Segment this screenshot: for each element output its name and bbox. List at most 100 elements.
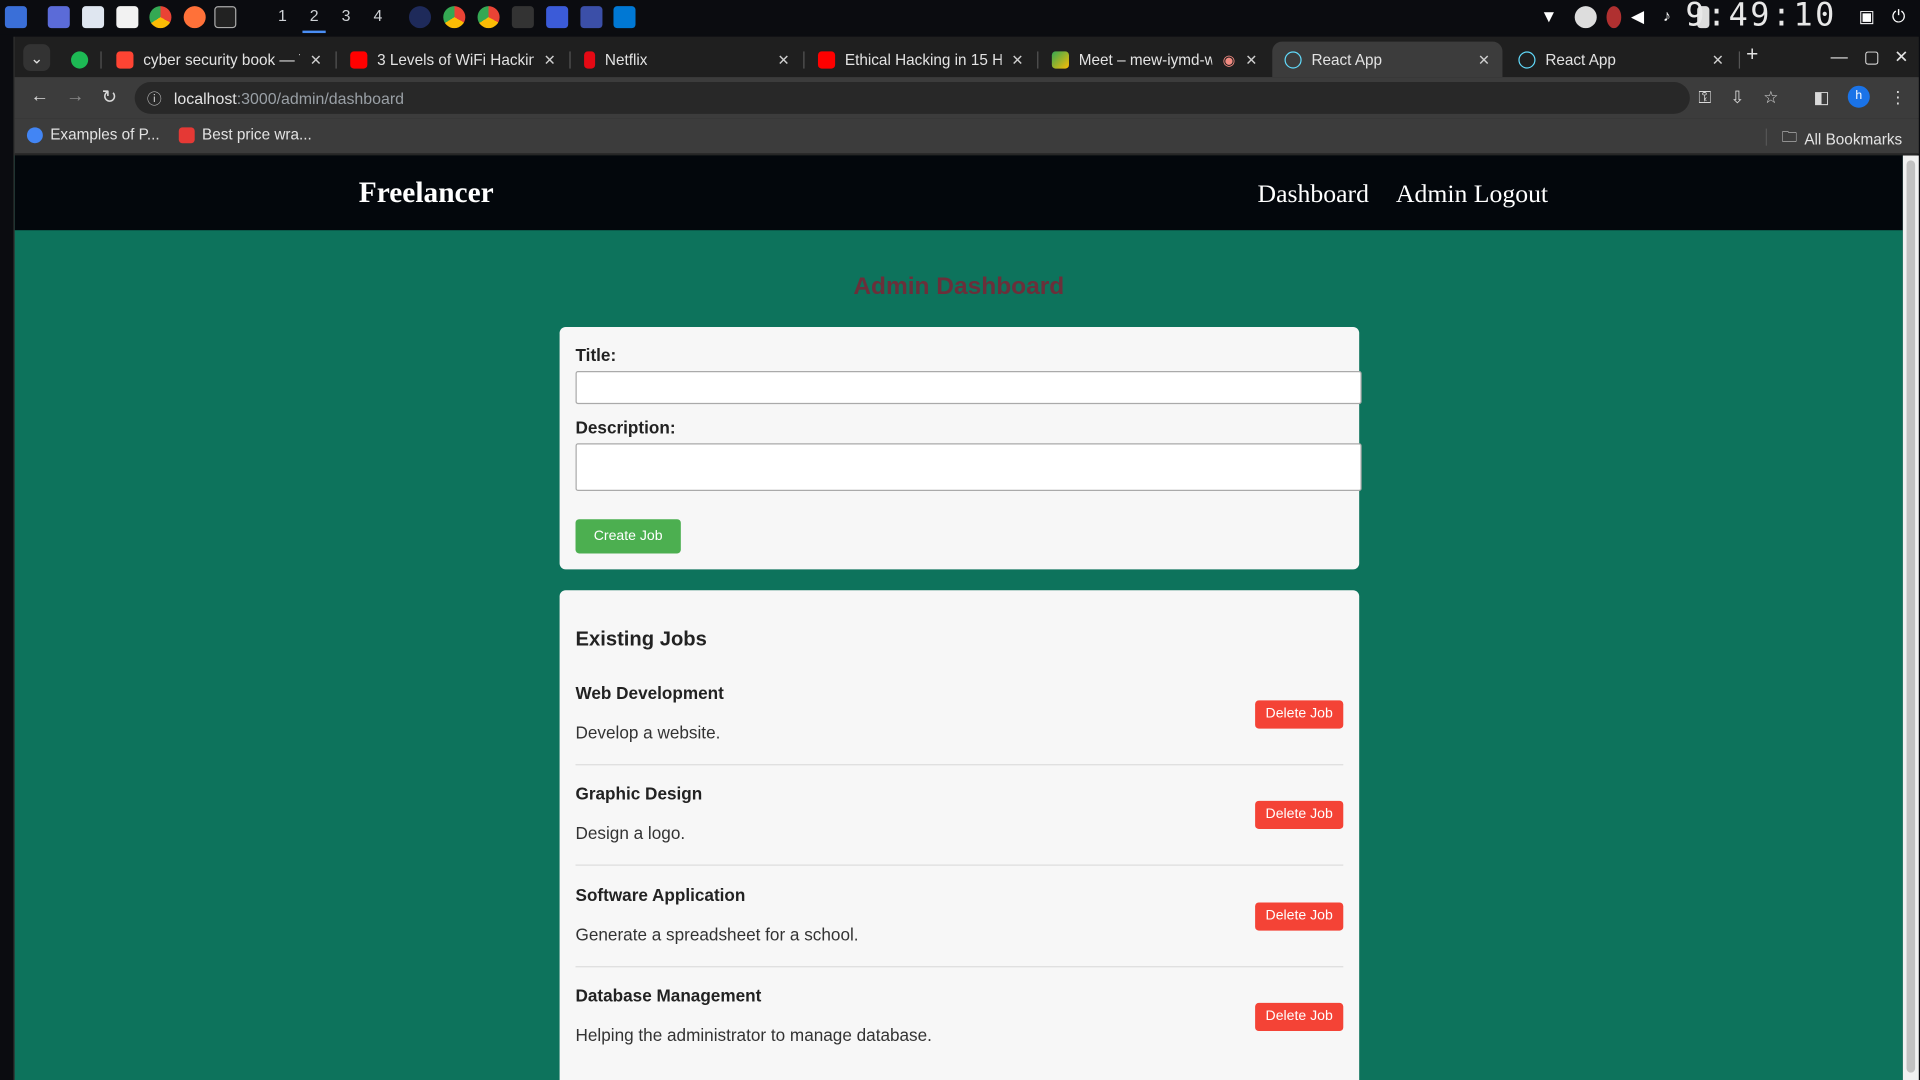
power-icon[interactable]: ⏻ [1892, 6, 1914, 28]
menu-kebab-icon[interactable]: ⋮ [1889, 87, 1906, 108]
create-job-form: Title: Description: Create Job [559, 326, 1362, 570]
tab[interactable]: cyber security book — Y ✕ [104, 42, 334, 78]
job-title: Software Application [575, 885, 746, 905]
bookmark-star-icon[interactable]: ☆ [1763, 87, 1778, 108]
nav-admin-logout-link[interactable]: Admin Logout [1396, 179, 1548, 210]
chrome-window-icon[interactable] [477, 6, 500, 29]
delete-job-button[interactable]: Delete Job [1255, 700, 1344, 729]
create-job-button[interactable]: Create Job [575, 519, 681, 554]
workspace-1[interactable]: 1 [278, 6, 287, 24]
tab-close-icon[interactable]: ✕ [777, 51, 789, 68]
address-bar[interactable]: ⓘ localhost:3000/admin/dashboard [134, 82, 1690, 114]
install-app-icon[interactable]: ⇩ [1730, 87, 1744, 108]
status-icon[interactable] [1574, 6, 1597, 29]
description-label: Description: [575, 417, 676, 438]
terminal-icon[interactable] [214, 6, 237, 29]
forward-icon[interactable]: → [66, 86, 84, 107]
app-window-icon[interactable] [580, 6, 603, 29]
tab-title: React App [1545, 50, 1616, 68]
page-scrollbar[interactable] [1902, 155, 1919, 1080]
delete-job-button[interactable]: Delete Job [1255, 1002, 1344, 1032]
bookmark-label: Best price wra... [202, 126, 312, 144]
text-editor-icon[interactable] [116, 6, 139, 29]
bookmark-item[interactable]: Examples of P... [26, 126, 160, 143]
tab[interactable]: Netflix ✕ [572, 42, 802, 78]
job-title: Graphic Design [575, 783, 703, 804]
close-window-icon[interactable]: ✕ [1894, 47, 1908, 68]
job-description: Design a logo. [575, 822, 686, 843]
lock-icon[interactable]: ▣ [1859, 6, 1881, 28]
scrollbar-thumb[interactable] [1906, 160, 1916, 1073]
bookmarks-separator [1765, 128, 1767, 146]
title-input[interactable] [575, 371, 1362, 405]
job-item: Software Application Generate a spreadsh… [575, 885, 1344, 985]
delete-job-button[interactable]: Delete Job [1255, 902, 1344, 931]
reload-icon[interactable]: ↻ [102, 86, 117, 108]
tab-close-icon[interactable]: ✕ [1245, 51, 1257, 68]
wifi-icon[interactable]: ▼ [1540, 6, 1562, 28]
nav-dashboard-link[interactable]: Dashboard [1258, 179, 1369, 210]
tab-search-button[interactable]: ⌄ [23, 44, 51, 72]
tab-close-icon[interactable]: ✕ [544, 51, 556, 68]
back-icon[interactable]: ← [31, 86, 49, 107]
url-host: localhost [173, 88, 237, 108]
existing-jobs-card: Existing Jobs Web Development Develop a … [559, 590, 1360, 1080]
job-description: Develop a website. [575, 722, 721, 743]
job-description: Helping the administrator to manage data… [575, 1024, 932, 1045]
workspace-3[interactable]: 3 [342, 6, 351, 24]
maximize-icon[interactable]: ▢ [1864, 47, 1880, 68]
tab-close-icon[interactable]: ✕ [310, 51, 322, 68]
google-meet-icon [1051, 50, 1069, 68]
firefox-icon[interactable] [183, 6, 206, 29]
file-manager-icon[interactable] [82, 6, 105, 29]
recording-icon: ◉ [1222, 50, 1236, 68]
react-icon [1518, 50, 1536, 68]
vscode-icon[interactable] [613, 6, 636, 29]
screen: 1 2 3 4 ▼ ◀ ♪ 9:49:10 ▣ ⏻ ⌄ cyber securi… [0, 0, 1920, 1080]
clock: 9:49:10 [1685, 0, 1837, 35]
tab[interactable]: Ethical Hacking in 15 Ho ✕ [806, 42, 1036, 78]
tab[interactable]: 3 Levels of WiFi Hacking ✕ [338, 42, 568, 78]
minimize-icon[interactable]: — [1831, 47, 1848, 67]
all-bookmarks-button[interactable]: 🗀 All Bookmarks [1782, 126, 1902, 152]
workspace-2[interactable]: 2 [302, 6, 327, 34]
workspace-4[interactable]: 4 [373, 6, 382, 24]
side-panel-icon[interactable]: ◧ [1813, 87, 1829, 108]
youtube-icon [350, 50, 368, 68]
tab[interactable]: React App ✕ [1506, 42, 1736, 78]
react-icon [1284, 50, 1302, 68]
tab-close-icon[interactable]: ✕ [1011, 51, 1023, 68]
volume-icon[interactable]: ◀ [1631, 6, 1653, 28]
os-taskbar: 1 2 3 4 ▼ ◀ ♪ 9:49:10 ▣ ⏻ [0, 0, 1920, 34]
folder-icon: 🗀 [1781, 128, 1797, 146]
bookmark-item[interactable]: Best price wra... [178, 126, 312, 144]
desktop-icon[interactable] [47, 6, 70, 29]
tab-close-icon[interactable]: ✕ [1712, 51, 1724, 68]
chrome-icon[interactable] [149, 6, 172, 29]
title-label: Title: [575, 345, 617, 365]
terminal-window-icon[interactable] [511, 6, 534, 29]
brand-logo[interactable]: Freelancer [359, 178, 494, 211]
tab-close-icon[interactable]: ✕ [1478, 51, 1490, 68]
netflix-icon [584, 50, 596, 68]
job-title: Web Development [575, 683, 724, 703]
chrome-window-icon[interactable] [443, 6, 466, 29]
site-info-icon[interactable]: ⓘ [147, 88, 162, 109]
tab-active[interactable]: React App ✕ [1272, 41, 1503, 78]
chat-window-icon[interactable] [546, 6, 569, 29]
tab-separator [803, 51, 805, 69]
description-textarea[interactable] [575, 443, 1362, 492]
delete-job-button[interactable]: Delete Job [1255, 800, 1344, 829]
password-key-icon[interactable]: ⚿ [1698, 87, 1711, 108]
microphone-icon[interactable] [1606, 6, 1622, 29]
app-launcher-icon[interactable] [4, 6, 27, 29]
tab[interactable]: Meet – mew-iymd-w ◉ ✕ [1040, 42, 1270, 78]
new-tab-button[interactable]: + [1746, 43, 1758, 67]
tab-favicon-icon [116, 50, 134, 68]
tab-separator [569, 51, 571, 69]
timer-icon[interactable] [408, 6, 432, 29]
existing-jobs-heading: Existing Jobs [575, 628, 707, 651]
tab-pinned-spotify[interactable] [61, 42, 98, 78]
notification-bell-icon[interactable]: ♪ [1663, 6, 1685, 28]
profile-avatar[interactable]: h [1847, 85, 1870, 108]
